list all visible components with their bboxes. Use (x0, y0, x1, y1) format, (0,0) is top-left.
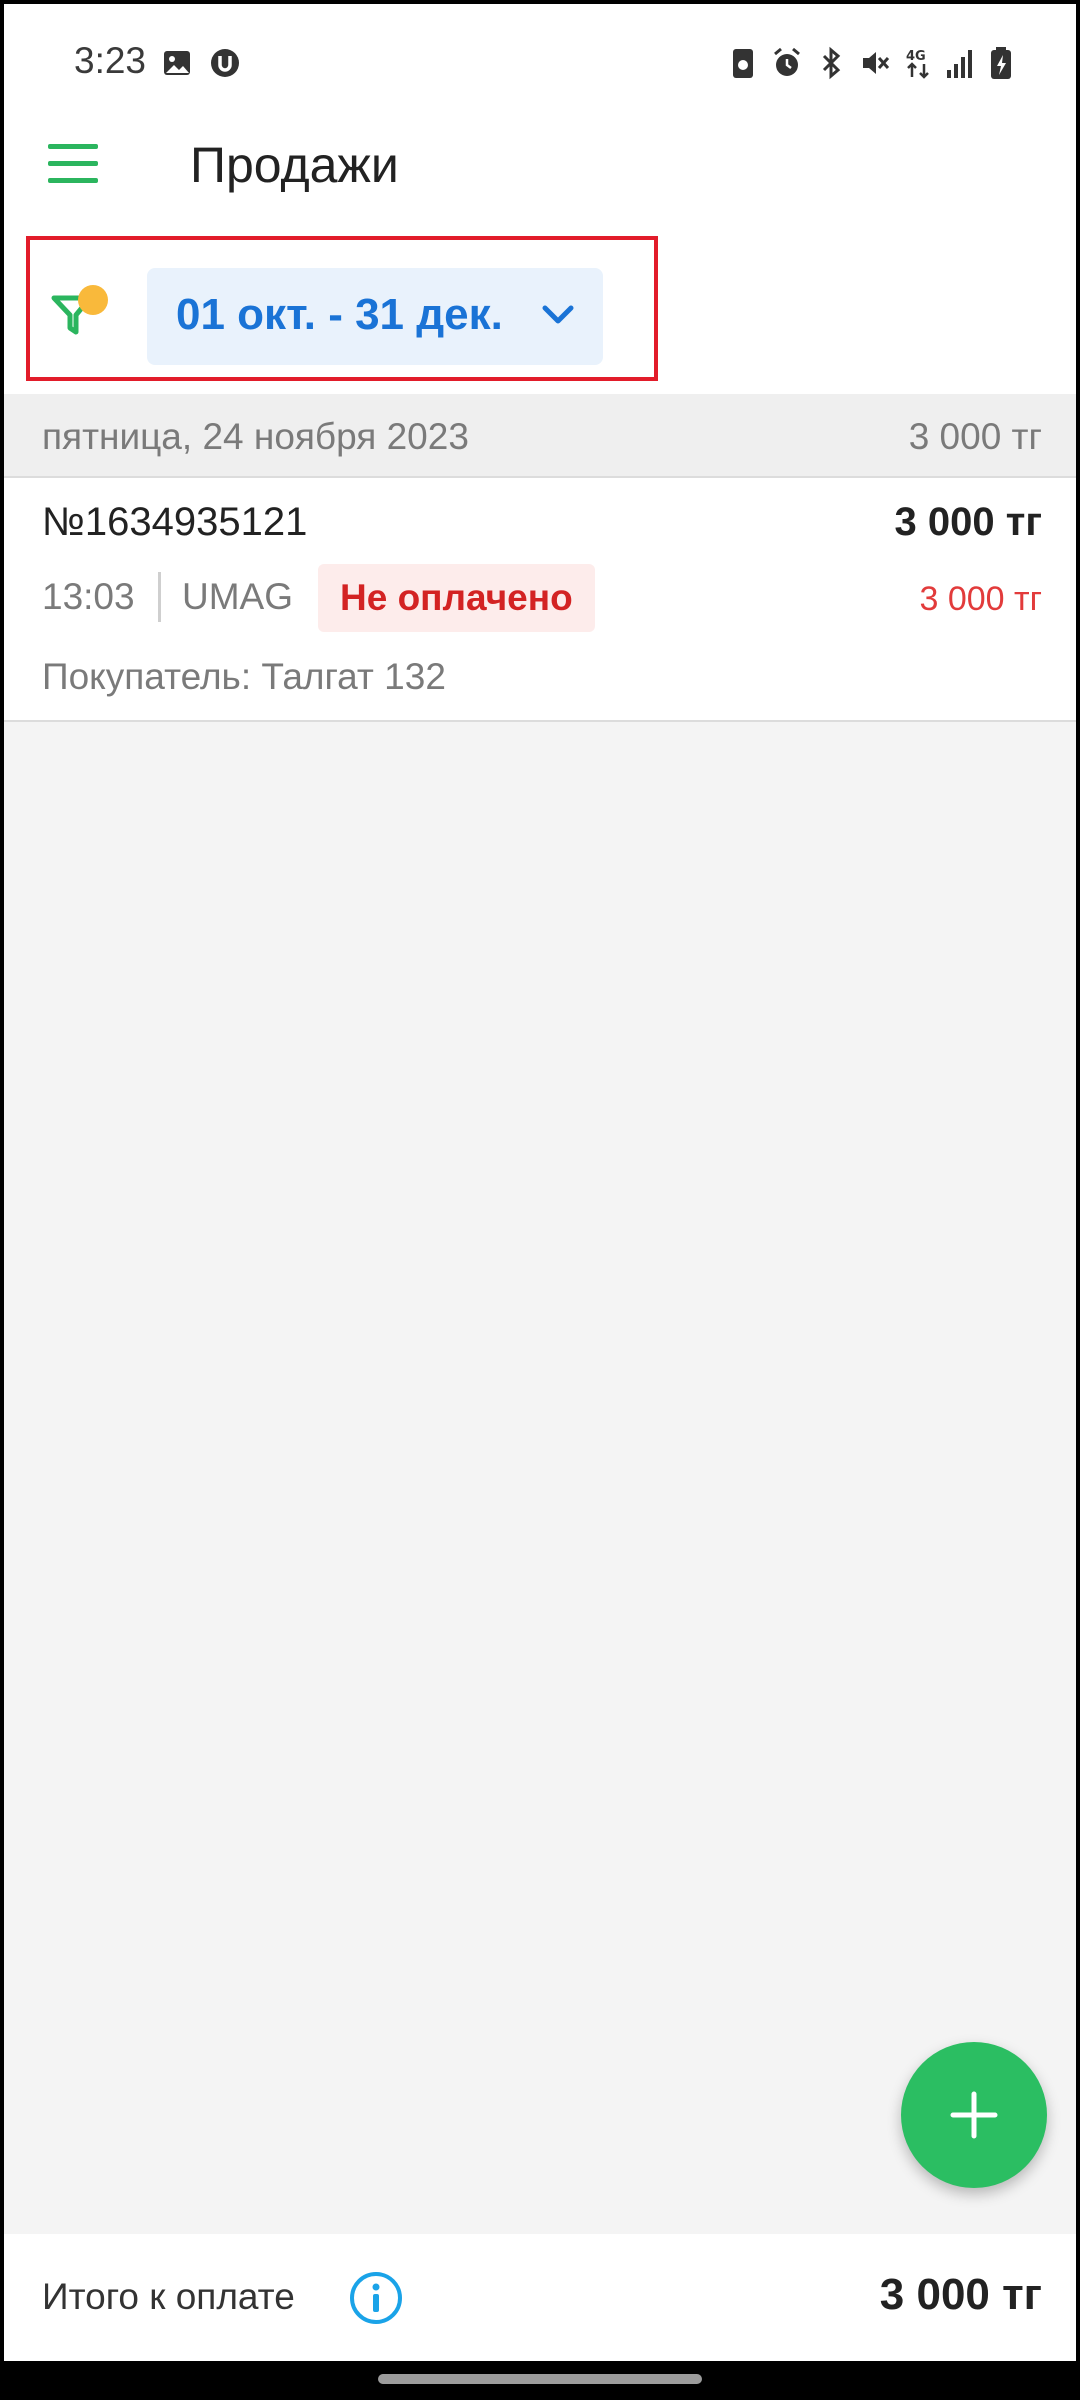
info-icon[interactable] (348, 2270, 404, 2326)
network-4g-icon: 4G (906, 49, 929, 79)
menu-button[interactable] (48, 144, 100, 184)
bluetooth-icon (822, 46, 841, 80)
menu-line (48, 144, 98, 149)
sale-source: UMAG (182, 576, 293, 617)
sale-number: №1634935121 (42, 500, 308, 544)
sale-list-item[interactable]: №1634935121 3 000 тг 13:03 UMAG Не оплач… (4, 478, 1076, 722)
plus-icon (950, 2091, 998, 2139)
date-range-selector[interactable]: 01 окт. - 31 дек. (147, 268, 603, 365)
screen: 3:23 4G Продажи 01 окт. - 31 дек. пятниц… (4, 4, 1076, 2361)
sale-amount-due: 3 000 тг (919, 580, 1042, 618)
group-total: 3 000 тг (908, 416, 1042, 457)
menu-line (48, 161, 98, 166)
home-indicator[interactable] (378, 2374, 702, 2384)
total-bar: Итого к оплате 3 000 тг (4, 2234, 1076, 2361)
date-range-label: 01 окт. - 31 дек. (176, 290, 503, 339)
divider (158, 572, 161, 622)
group-date: пятница, 24 ноября 2023 (42, 416, 469, 457)
gallery-icon (164, 51, 190, 75)
battery-charging-icon (991, 47, 1011, 79)
page-title: Продажи (190, 137, 399, 193)
alarm-icon (774, 47, 800, 76)
date-group-header: пятница, 24 ноября 2023 3 000 тг (4, 394, 1076, 478)
total-amount: 3 000 тг (879, 2270, 1042, 2319)
chevron-down-icon (542, 305, 574, 324)
add-sale-button[interactable] (901, 2042, 1047, 2188)
battery-saver-icon (733, 49, 753, 78)
sale-time: 13:03 (42, 576, 135, 617)
sale-buyer: Покупатель: Талгат 132 (42, 656, 446, 697)
total-label: Итого к оплате (42, 2276, 295, 2317)
filter-icon[interactable] (48, 280, 112, 344)
svg-text:4G: 4G (906, 49, 926, 64)
mute-icon (863, 52, 890, 74)
status-badge: Не оплачено (318, 564, 595, 632)
umag-notification-icon (211, 49, 239, 77)
sale-amount: 3 000 тг (894, 500, 1042, 544)
signal-icon (947, 50, 972, 78)
menu-line (48, 178, 98, 183)
status-badge-label: Не оплачено (340, 577, 573, 618)
status-time: 3:23 (74, 40, 147, 81)
